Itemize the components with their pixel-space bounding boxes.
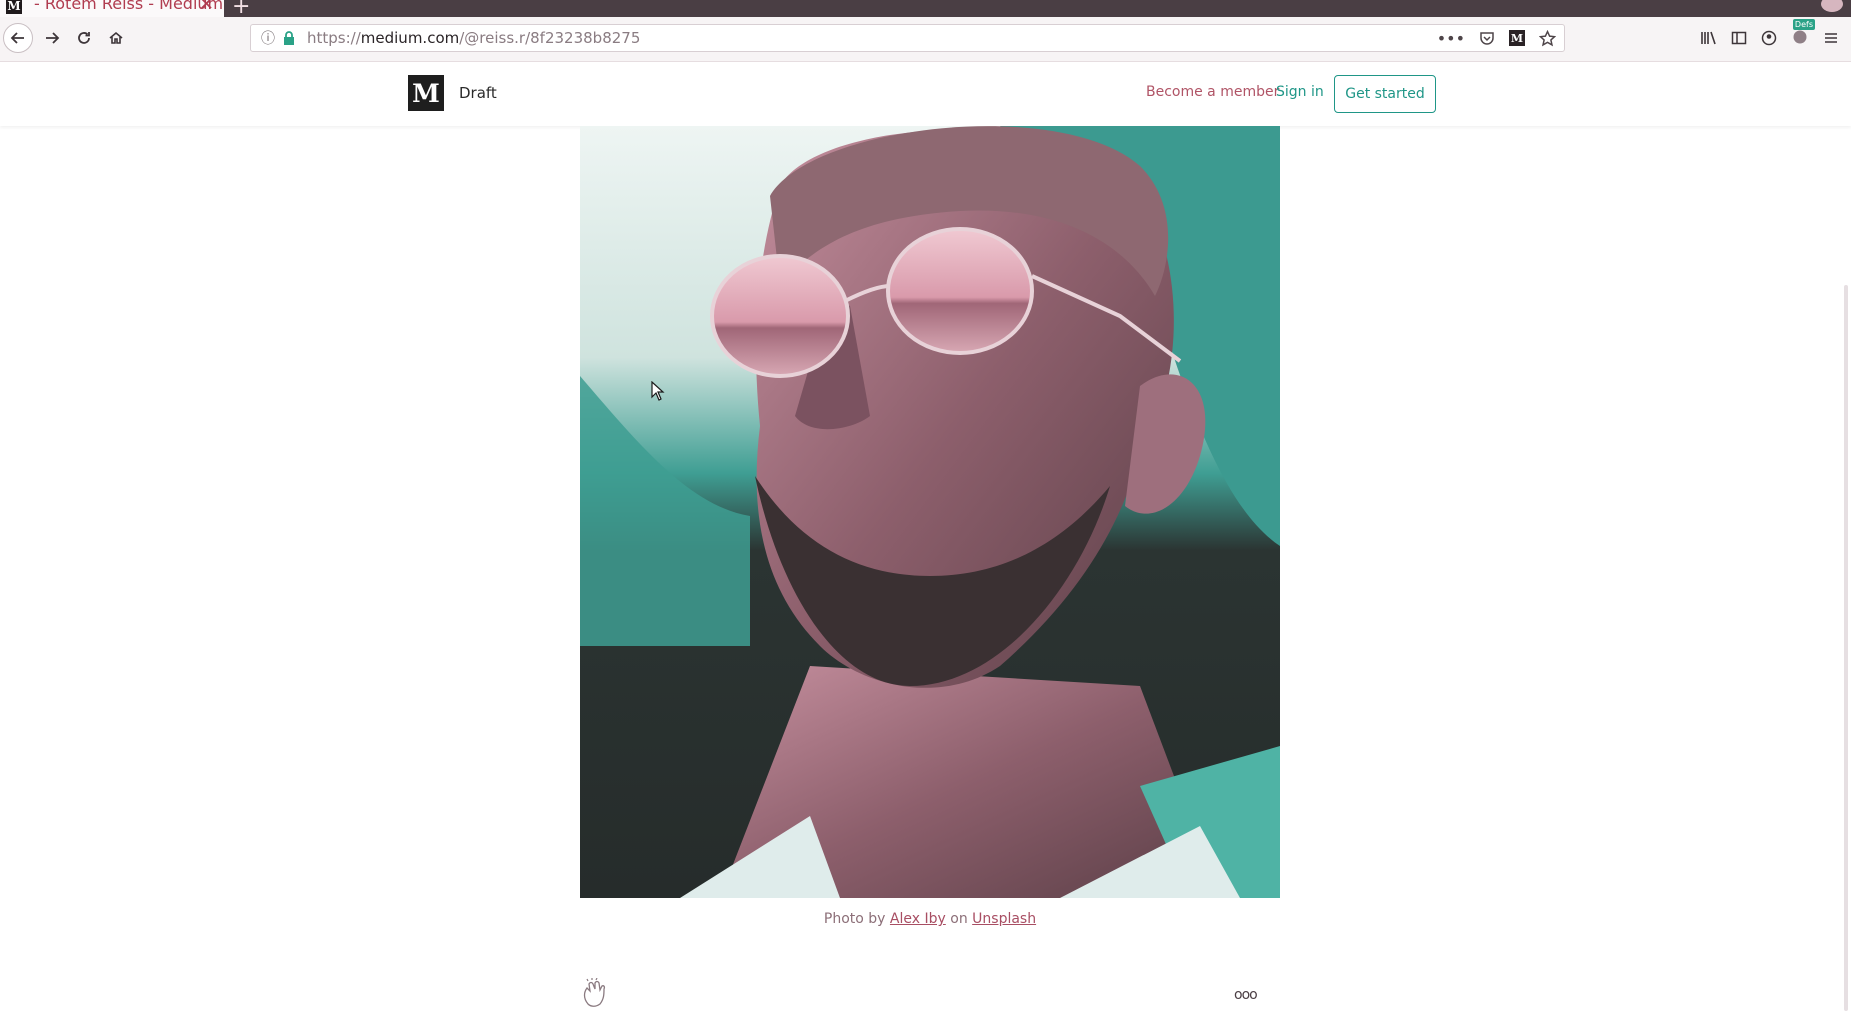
url-scheme: https:// xyxy=(307,29,361,47)
more-options-icon[interactable]: ooo xyxy=(1234,987,1258,1003)
reload-button[interactable] xyxy=(69,23,99,53)
url-text[interactable]: https://medium.com/@reiss.r/8f23238b8275 xyxy=(307,29,640,47)
lock-icon[interactable] xyxy=(283,31,295,45)
tab-strip: M - Rotem Reiss - Medium ✕ + xyxy=(0,0,1851,19)
caption-mid: on xyxy=(950,911,968,927)
page-scrollbar[interactable] xyxy=(1844,285,1848,1011)
page-actions-icon[interactable]: ••• xyxy=(1437,29,1465,48)
medium-favicon-icon: M xyxy=(6,0,22,14)
back-button[interactable] xyxy=(3,23,33,53)
library-icon[interactable] xyxy=(1700,30,1717,46)
medium-logo[interactable]: M xyxy=(408,75,444,111)
home-button[interactable] xyxy=(101,23,131,53)
medium-header: M Draft Become a member Sign in Get star… xyxy=(0,62,1851,126)
forward-arrow-icon xyxy=(46,32,60,44)
draft-label: Draft xyxy=(459,84,497,102)
tab-title: - Rotem Reiss - Medium xyxy=(34,0,224,13)
bookmark-star-icon[interactable] xyxy=(1539,29,1556,47)
extension-badge: Defs xyxy=(1792,18,1815,30)
home-icon xyxy=(109,31,123,44)
tab-close-icon[interactable]: ✕ xyxy=(199,0,214,15)
pocket-icon[interactable] xyxy=(1479,30,1495,46)
article-photo xyxy=(580,126,1280,898)
caption-prefix: Photo by xyxy=(823,911,886,927)
photographer-link[interactable]: Alex Iby xyxy=(890,911,946,927)
url-bar[interactable]: ⓘ https://medium.com/@reiss.r/8f23238b82… xyxy=(250,24,1565,52)
portrait-illustration xyxy=(580,126,1280,898)
browsing-mode-icon[interactable] xyxy=(1821,0,1843,12)
sign-in-link[interactable]: Sign in xyxy=(1276,84,1324,100)
info-icon[interactable]: ⓘ xyxy=(261,28,275,48)
mouse-cursor-icon xyxy=(651,381,665,401)
sidebar-icon[interactable] xyxy=(1731,30,1747,46)
become-member-link[interactable]: Become a member xyxy=(1146,84,1279,100)
get-started-button[interactable]: Get started xyxy=(1334,75,1436,113)
reload-icon xyxy=(78,32,90,44)
photo-caption: Photo by Alex Iby on Unsplash xyxy=(580,911,1280,927)
url-host: medium.com xyxy=(360,29,460,47)
unsplash-link[interactable]: Unsplash xyxy=(972,911,1036,927)
account-icon[interactable] xyxy=(1761,30,1777,46)
forward-button[interactable] xyxy=(37,23,67,53)
url-path: /@reiss.r/8f23238b8275 xyxy=(459,29,641,47)
clap-icon[interactable] xyxy=(580,978,610,1008)
browser-tab[interactable]: M - Rotem Reiss - Medium ✕ xyxy=(0,0,224,17)
back-arrow-icon xyxy=(10,32,24,44)
menu-icon[interactable] xyxy=(1823,30,1839,46)
nav-toolbar: ⓘ https://medium.com/@reiss.r/8f23238b82… xyxy=(0,17,1851,62)
extension-defs-icon[interactable]: Defs xyxy=(1791,18,1815,50)
medium-extension-icon[interactable]: M xyxy=(1509,30,1525,46)
